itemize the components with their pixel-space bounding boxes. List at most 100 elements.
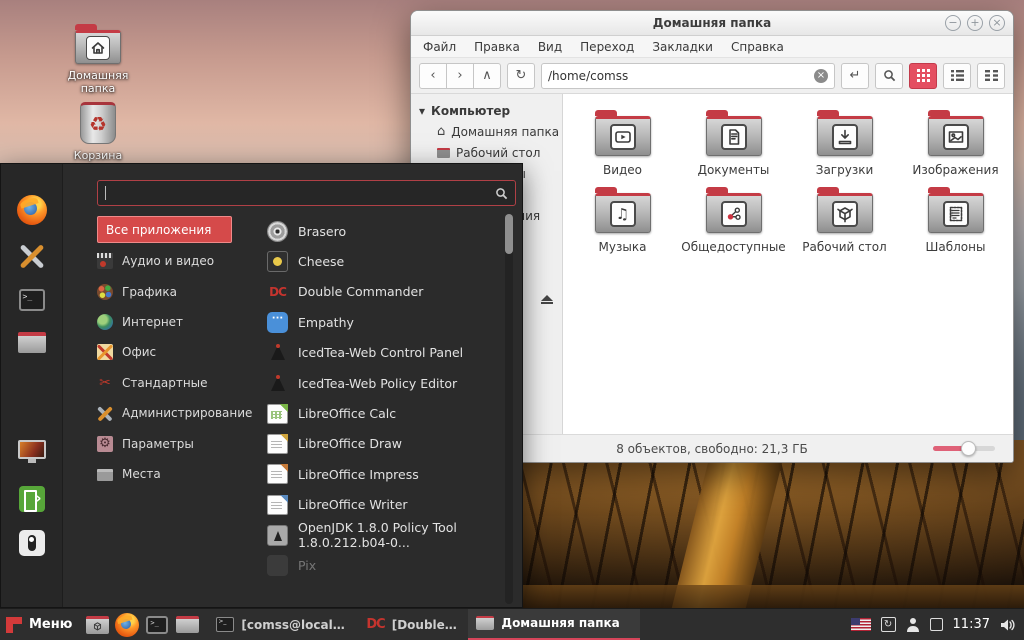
shutdown-icon — [19, 530, 45, 556]
category-internet[interactable]: Интернет — [97, 307, 265, 337]
zoom-slider[interactable] — [933, 446, 995, 451]
forward-button[interactable]: › — [446, 63, 474, 89]
folder-item-public[interactable]: Общедоступные — [678, 183, 789, 254]
distro-logo-icon — [6, 617, 22, 633]
firefox-launcher[interactable] — [112, 609, 142, 640]
back-button[interactable]: ‹ — [419, 63, 447, 89]
clear-location-icon[interactable]: × — [814, 69, 828, 83]
location-bar[interactable]: × — [541, 63, 835, 89]
impress-document-icon — [267, 464, 288, 484]
app-icedtea-control-panel[interactable]: IcedTea-Web Control Panel — [267, 338, 499, 368]
document-icon — [725, 128, 743, 146]
terminal-launcher[interactable]: >_ — [19, 289, 45, 311]
minimize-button[interactable]: − — [945, 15, 961, 31]
trash-icon: ♻ — [80, 102, 116, 144]
refresh-button[interactable]: ↻ — [507, 63, 535, 89]
terminal-launcher[interactable]: >_ — [142, 609, 172, 640]
folder-item-video[interactable]: Видео — [567, 106, 678, 177]
house-icon — [90, 40, 106, 56]
sidebar-item-home[interactable]: ⌂ Домашняя папка — [411, 121, 562, 142]
list-view-button[interactable] — [943, 63, 971, 89]
menu-edit[interactable]: Правка — [474, 40, 520, 54]
category-preferences[interactable]: ⚙ Параметры — [97, 428, 265, 458]
folder-icon — [595, 116, 651, 156]
window-button-home-folder-active[interactable]: Домашняя папка — [468, 609, 640, 640]
up-button[interactable]: ∧ — [473, 63, 501, 89]
files-launcher[interactable] — [172, 609, 202, 640]
desktop-icon-trash[interactable]: ♻ Корзина — [50, 102, 146, 162]
app-libreoffice-draw[interactable]: LibreOffice Draw — [267, 429, 499, 459]
menu-search-input[interactable] — [105, 186, 495, 200]
folder-item-desktop[interactable]: Рабочий стол — [789, 183, 900, 254]
notifications-icon[interactable] — [930, 618, 943, 631]
list-view-icon — [951, 69, 964, 82]
category-accessories[interactable]: ✂ Стандартные — [97, 368, 265, 398]
app-openjdk-policy-tool[interactable]: OpenJDK 1.8.0 Policy Tool 1.8.0.212.b04-… — [267, 520, 499, 550]
menu-view[interactable]: Вид — [538, 40, 562, 54]
folder-icon — [928, 193, 984, 233]
window-button-terminal[interactable]: >_ [comss@localhost... — [208, 609, 358, 640]
logout-icon — [19, 486, 45, 512]
app-libreoffice-writer[interactable]: LibreOffice Writer — [267, 490, 499, 520]
category-graphics[interactable]: Графика — [97, 276, 265, 306]
shutdown-button[interactable] — [19, 530, 45, 556]
folder-item-music[interactable]: ♫ Музыка — [567, 183, 678, 254]
menu-bookmarks[interactable]: Закладки — [652, 40, 713, 54]
globe-icon — [97, 314, 113, 330]
app-cheese[interactable]: Cheese — [267, 246, 499, 276]
eject-icon[interactable] — [541, 295, 553, 304]
close-button[interactable]: × — [989, 15, 1005, 31]
favorites-column: >_ — [1, 164, 63, 607]
volume-icon[interactable] — [1000, 618, 1016, 632]
lock-screen-button[interactable] — [18, 440, 46, 459]
folder-item-pictures[interactable]: Изображения — [900, 106, 1011, 177]
window-title: Домашняя папка — [411, 16, 1013, 30]
scissors-icon: ✂ — [97, 375, 113, 391]
window-button-double-commander[interactable]: DC [Double Comman... — [358, 609, 468, 640]
menu-scrollbar[interactable] — [505, 214, 513, 604]
scrollbar-thumb[interactable] — [505, 214, 513, 254]
location-input[interactable] — [548, 69, 814, 83]
category-all-applications[interactable]: Все приложения — [97, 216, 232, 243]
files-launcher[interactable] — [18, 332, 46, 353]
app-libreoffice-impress[interactable]: LibreOffice Impress — [267, 459, 499, 489]
sidebar-item-desktop[interactable]: Рабочий стол — [411, 142, 562, 163]
category-administration[interactable]: Администрирование — [97, 398, 265, 428]
menu-go[interactable]: Переход — [580, 40, 634, 54]
titlebar[interactable]: Домашняя папка − + × — [411, 11, 1013, 36]
expander-icon[interactable]: ▾ — [419, 104, 425, 118]
menu-search-box[interactable] — [97, 180, 516, 206]
folder-item-downloads[interactable]: Загрузки — [789, 106, 900, 177]
menu-help[interactable]: Справка — [731, 40, 784, 54]
icon-view-button[interactable] — [909, 63, 937, 89]
slider-thumb[interactable] — [961, 441, 976, 456]
firefox-launcher[interactable] — [17, 195, 47, 225]
category-office[interactable]: Офис — [97, 337, 265, 367]
logout-button[interactable] — [19, 486, 45, 512]
category-audio-video[interactable]: Аудио и видео — [97, 246, 265, 276]
folder-item-templates[interactable]: Шаблоны — [900, 183, 1011, 254]
compact-view-button[interactable] — [977, 63, 1005, 89]
app-brasero[interactable]: Brasero — [267, 216, 499, 246]
maximize-button[interactable]: + — [967, 15, 983, 31]
app-icedtea-policy-editor[interactable]: IcedTea-Web Policy Editor — [267, 368, 499, 398]
show-desktop-button[interactable] — [82, 609, 112, 640]
app-libreoffice-calc[interactable]: LibreOffice Calc — [267, 398, 499, 428]
enter-location-button[interactable]: ↵ — [841, 63, 869, 89]
app-empathy[interactable]: Empathy — [267, 307, 499, 337]
desktop-icon-home[interactable]: Домашняя папка — [50, 30, 146, 95]
user-applet-icon[interactable] — [906, 617, 920, 632]
menu-file[interactable]: Файл — [423, 40, 456, 54]
folder-item-documents[interactable]: Документы — [678, 106, 789, 177]
update-manager-icon[interactable]: ↻ — [881, 617, 896, 632]
category-places[interactable]: Места — [97, 459, 265, 489]
tools-launcher[interactable] — [18, 242, 46, 270]
app-double-commander[interactable]: DC Double Commander — [267, 277, 499, 307]
search-button[interactable] — [875, 63, 903, 89]
folder-icon — [817, 193, 873, 233]
menu-button[interactable]: Меню — [0, 609, 82, 640]
sidebar-root-computer[interactable]: ▾ Компьютер — [411, 100, 562, 121]
keyboard-layout-us-flag-icon[interactable] — [851, 618, 871, 631]
clock[interactable]: 11:37 — [953, 617, 990, 632]
app-pix[interactable]: Pix — [267, 550, 499, 580]
